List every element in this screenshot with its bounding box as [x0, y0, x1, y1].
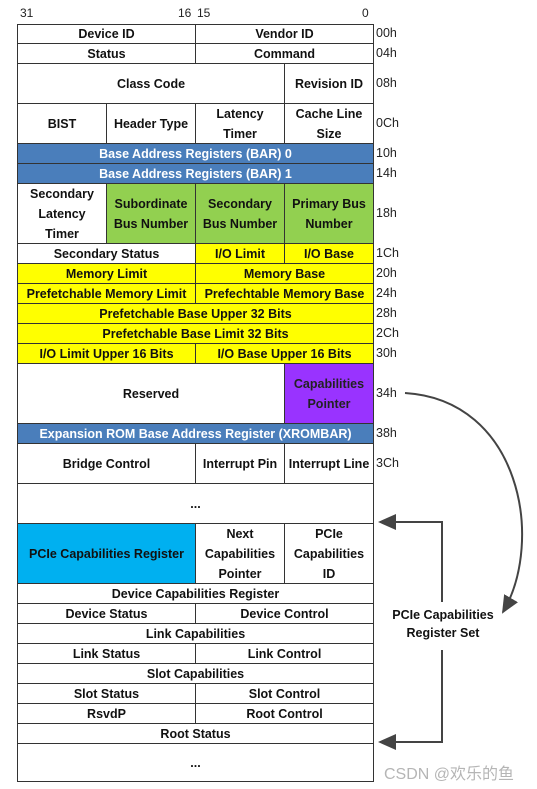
bracket-bottom-arrow — [378, 650, 443, 750]
capabilities-pointer-arrow — [404, 392, 524, 614]
arrows — [378, 392, 524, 750]
watermark: CSDN @欢乐的鱼 — [384, 766, 515, 783]
bracket-top-arrow — [378, 514, 443, 602]
capabilities-register-set-label: PCIe Capabilities Register Set — [392, 608, 494, 640]
